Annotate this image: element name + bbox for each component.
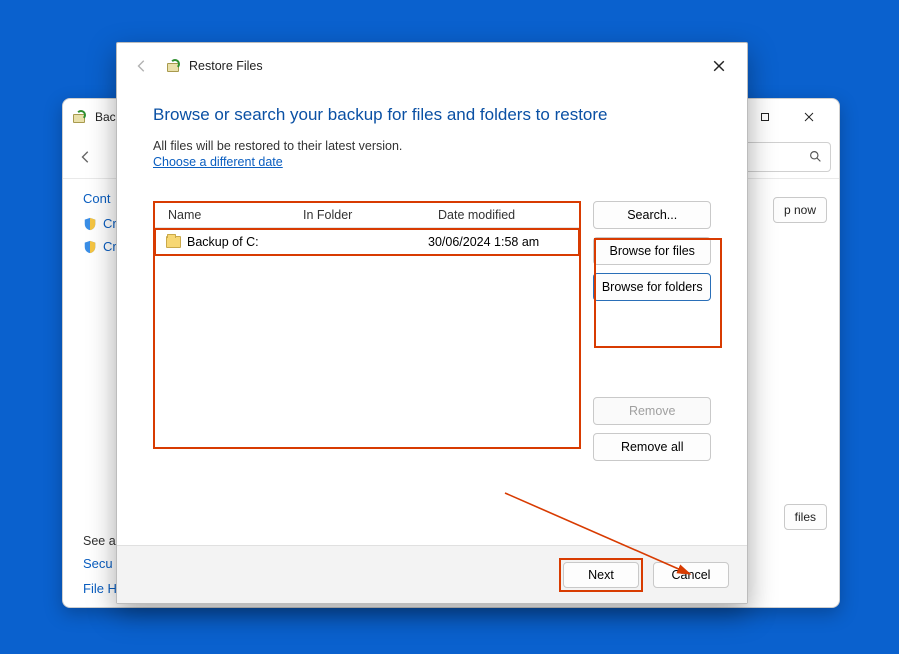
folder-icon <box>166 236 181 248</box>
dialog-titlebar: Restore Files <box>117 43 747 89</box>
restore-files-dialog: Restore Files Browse or search your back… <box>116 42 748 604</box>
shield-icon <box>83 240 97 254</box>
col-name[interactable]: Name <box>154 208 289 222</box>
restore-files-button[interactable]: files <box>784 504 827 530</box>
dialog-close-button[interactable] <box>697 51 741 81</box>
dialog-title: Restore Files <box>189 59 263 73</box>
nav-back-button[interactable] <box>71 142 101 172</box>
table-row[interactable]: Backup of C: 30/06/2024 1:58 am <box>154 228 580 256</box>
dialog-footer: Next Cancel <box>117 545 747 603</box>
annotation-box-next: Next <box>559 558 643 592</box>
backup-app-icon <box>71 109 87 125</box>
backup-now-button[interactable]: p now <box>773 197 827 223</box>
cancel-button[interactable]: Cancel <box>653 562 729 588</box>
row-date: 30/06/2024 1:58 am <box>426 235 578 249</box>
dialog-subtext: All files will be restored to their late… <box>153 139 711 153</box>
table-header: Name In Folder Date modified <box>154 202 580 228</box>
next-button[interactable]: Next <box>563 562 639 588</box>
col-in-folder[interactable]: In Folder <box>289 208 424 222</box>
search-icon <box>809 150 822 163</box>
close-button[interactable] <box>787 102 831 132</box>
restore-icon <box>165 58 181 74</box>
dialog-heading: Browse or search your backup for files a… <box>153 105 711 125</box>
row-name: Backup of C: <box>187 235 259 249</box>
maximize-button[interactable] <box>743 102 787 132</box>
close-icon <box>713 60 725 72</box>
browse-folders-button[interactable]: Browse for folders <box>593 273 711 301</box>
search-button[interactable]: Search... <box>593 201 711 229</box>
browse-files-button[interactable]: Browse for files <box>593 237 711 265</box>
file-list-table[interactable]: Name In Folder Date modified Backup of C… <box>153 201 581 449</box>
choose-date-link[interactable]: Choose a different date <box>153 155 283 169</box>
remove-button: Remove <box>593 397 711 425</box>
dialog-back-button[interactable] <box>127 51 157 81</box>
col-date-modified[interactable]: Date modified <box>424 208 580 222</box>
remove-all-button[interactable]: Remove all <box>593 433 711 461</box>
shield-icon <box>83 217 97 231</box>
